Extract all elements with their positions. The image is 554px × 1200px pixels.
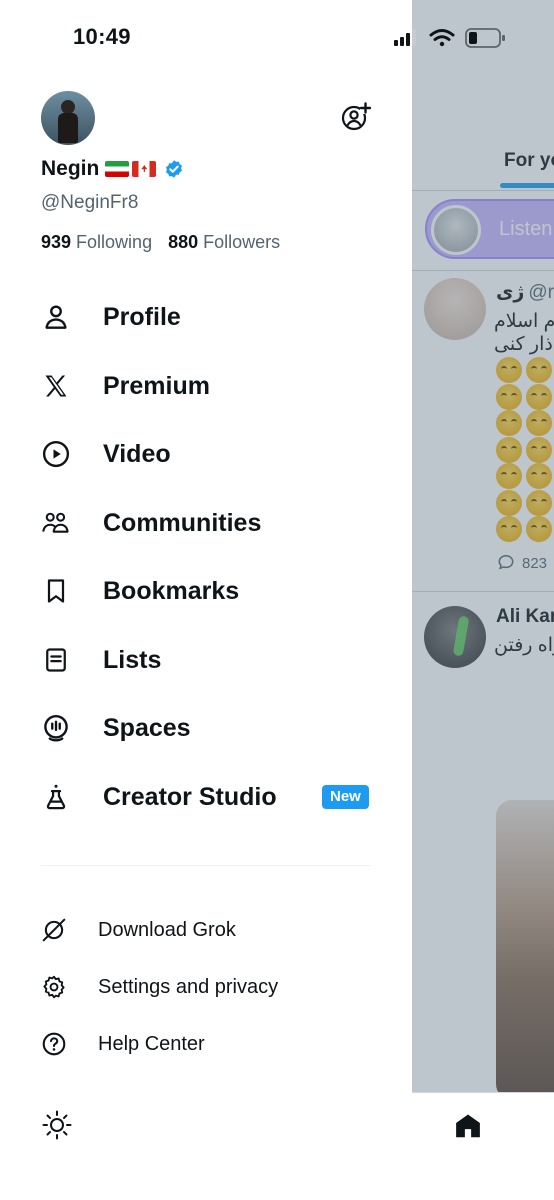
menu-label-lists: Lists [103,645,162,674]
feed-divider [412,270,554,271]
reply-count[interactable]: 823 [496,552,547,572]
profile-handle: @NeginFr8 [41,192,139,213]
post-author-name[interactable]: Ali Kar [496,606,554,628]
cellular-signal-icon [394,29,416,46]
listen-label: Listen [499,218,553,240]
new-badge: New [322,785,369,809]
microphone-icon [44,714,68,742]
menu-label-download-grok: Download Grok [98,918,236,941]
background-feed: For yo Listen ژی@ro م اسلام ذار کنی 823 … [412,0,554,1200]
following-label: Following [76,232,153,252]
menu-item-premium[interactable]: Premium [41,361,381,411]
menu-label-profile: Profile [103,302,181,331]
gear-icon [43,975,65,999]
menu-item-bookmarks[interactable]: Bookmarks [41,566,381,616]
post-media-image[interactable] [496,800,554,1100]
laughing-emoji-icon [526,357,552,383]
menu-label-settings-privacy: Settings and privacy [98,975,279,998]
person-icon [45,305,67,329]
bottom-tab-bar [412,1092,554,1200]
laughing-emoji-icon [496,489,522,516]
profile-name[interactable]: Negin [41,157,184,181]
post-avatar[interactable] [424,278,486,340]
followers-count: 880 [168,232,199,252]
laughing-emoji-icon [496,516,522,542]
sun-icon[interactable] [41,1109,73,1141]
post-text-line: ذار کنی [494,334,553,355]
home-icon[interactable] [453,1111,483,1141]
iran-flag-icon [105,161,130,177]
menu-item-download-grok[interactable]: Download Grok [41,910,381,950]
menu-label-video: Video [103,439,171,468]
avatar-figure-body [58,113,78,143]
laughing-emoji-icon [496,410,522,436]
laughing-emoji-icon [526,489,552,516]
wifi-icon [429,29,455,47]
following-link[interactable]: 939 Following [41,232,152,252]
canada-flag-icon [132,161,157,177]
laughing-emoji-icon [526,436,552,463]
x-logo-icon [45,375,67,397]
menu-item-creator-studio[interactable]: Creator Studio New [41,772,381,822]
reply-icon [498,554,514,570]
menu-item-profile[interactable]: Profile [41,292,381,342]
reply-count-value: 823 [522,555,548,572]
verified-badge-icon [166,160,183,178]
menu-label-spaces: Spaces [103,713,191,742]
laughing-emoji-icon [496,357,522,383]
menu-label-creator-studio: Creator Studio [103,782,277,811]
status-time: 10:49 [73,24,131,49]
followers-link[interactable]: 880 Followers [168,232,280,252]
menu-item-help-center[interactable]: Help Center [41,1024,381,1064]
feed-divider [412,190,554,191]
following-count: 939 [41,232,72,252]
laughing-emoji-icon [526,463,552,489]
battery-icon [465,28,505,48]
menu-label-bookmarks: Bookmarks [103,576,240,605]
menu-item-settings-privacy[interactable]: Settings and privacy [41,967,381,1007]
post-author-handle: @ro [528,282,554,303]
menu-label-premium: Premium [103,371,210,400]
followers-label: Followers [203,232,281,252]
help-icon [42,1032,66,1056]
grok-icon [42,918,66,942]
laughing-emoji-icon [496,383,522,410]
bookmark-icon [47,579,65,603]
flask-icon [46,784,66,810]
communities-icon [42,512,69,533]
listen-avatar [431,205,481,255]
laughing-emoji-icon [496,436,522,463]
profile-avatar[interactable] [41,91,95,145]
tab-underline [500,183,554,188]
menu-item-video[interactable]: Video [41,429,381,479]
play-circle-icon [42,440,70,468]
menu-item-lists[interactable]: Lists [41,635,381,685]
post-avatar[interactable] [424,606,486,668]
post-author[interactable]: ژی@ro [496,281,554,304]
laughing-emoji-icon [496,463,522,489]
follow-stats: 939 Following 880 Followers [41,232,280,253]
side-drawer: 10:49 Negin @NeginFr8 939 Following 880 … [0,0,505,1200]
avatar-figure-head [61,100,75,114]
menu-divider [41,865,371,866]
profile-name-text: Negin [41,157,100,180]
listen-pill[interactable]: Listen [425,199,554,259]
menu-item-spaces[interactable]: Spaces [41,703,381,753]
add-account-icon[interactable] [339,101,371,133]
menu-item-communities[interactable]: Communities [41,498,381,548]
post-text-line: راه رفتن [494,635,554,656]
laughing-emoji-icon [526,516,552,542]
laughing-emoji-icon [526,383,552,410]
menu-label-communities: Communities [103,508,262,537]
status-icons [394,28,505,48]
post-text-line: م اسلام [494,311,554,332]
menu-label-help-center: Help Center [98,1032,205,1055]
feed-divider [412,591,554,592]
laughing-emoji-icon [526,410,552,436]
list-icon [46,648,66,672]
post-author-name: ژی [496,282,525,303]
tab-for-you[interactable]: For yo [504,150,554,172]
